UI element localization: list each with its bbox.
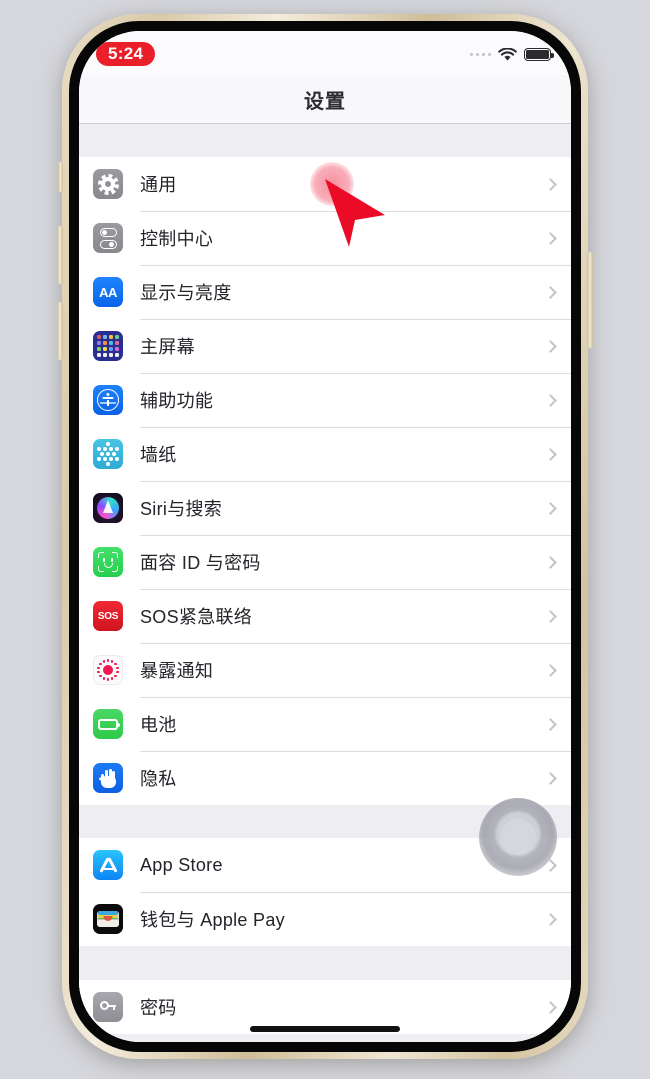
phone-screen: 5:24 设置 通用 控制中心 AA 显示与亮度 主屏幕 辅助功能 墙纸 Sir… <box>79 31 571 1042</box>
chevron-right-icon <box>544 609 557 623</box>
settings-row-privacy[interactable]: 隐私 <box>79 751 571 805</box>
app-store-icon <box>93 850 123 880</box>
phone-bezel: 5:24 设置 通用 控制中心 AA 显示与亮度 主屏幕 辅助功能 墙纸 Sir… <box>69 21 581 1052</box>
chevron-right-icon <box>544 339 557 353</box>
chevron-right-icon <box>544 285 557 299</box>
home-screen-icon <box>93 331 123 361</box>
row-label: 显示与亮度 <box>140 283 232 303</box>
wallpaper-icon <box>93 439 123 469</box>
row-label: 电池 <box>140 715 177 735</box>
power-button[interactable] <box>587 252 593 348</box>
row-label: 隐私 <box>140 769 177 789</box>
battery-settings-icon <box>93 709 123 739</box>
chevron-right-icon <box>544 663 557 677</box>
page-title: 设置 <box>304 90 346 113</box>
wallet-icon <box>93 904 123 934</box>
settings-row-emergency-sos[interactable]: SOS SOS紧急联络 <box>79 589 571 643</box>
siri-icon <box>93 493 123 523</box>
row-label: 墙纸 <box>140 445 177 465</box>
face-id-icon <box>93 547 123 577</box>
status-bar: 5:24 <box>79 31 571 75</box>
assistive-touch-button[interactable] <box>479 798 557 876</box>
row-label: SOS紧急联络 <box>140 607 253 627</box>
chevron-right-icon <box>544 501 557 515</box>
chevron-right-icon <box>544 717 557 731</box>
privacy-hand-icon <box>93 763 123 793</box>
signal-dots-icon <box>469 52 491 57</box>
settings-row-wallet-apple-pay[interactable]: 钱包与 Apple Pay <box>79 892 571 946</box>
settings-row-wallpaper[interactable]: 墙纸 <box>79 427 571 481</box>
settings-row-home-screen[interactable]: 主屏幕 <box>79 319 571 373</box>
group-gap-passwords <box>79 946 571 980</box>
volume-up-button[interactable] <box>57 226 63 284</box>
settings-row-display-brightness[interactable]: AA 显示与亮度 <box>79 265 571 319</box>
row-label: 暴露通知 <box>140 661 214 681</box>
gear-icon <box>93 169 123 199</box>
row-label: 密码 <box>140 998 177 1018</box>
status-bar-right <box>469 47 554 62</box>
accessibility-icon <box>93 385 123 415</box>
chevron-right-icon <box>544 771 557 785</box>
display-brightness-icon: AA <box>93 277 123 307</box>
settings-row-exposure-notifications[interactable]: 暴露通知 <box>79 643 571 697</box>
settings-group-system: 通用 控制中心 AA 显示与亮度 主屏幕 辅助功能 墙纸 Siri与搜索 面容 … <box>79 157 571 805</box>
chevron-right-icon <box>544 1000 557 1014</box>
group-gap-top <box>79 124 571 157</box>
chevron-right-icon <box>544 231 557 245</box>
home-indicator[interactable] <box>250 1026 400 1032</box>
row-label: Siri与搜索 <box>140 499 223 519</box>
passwords-key-icon <box>93 992 123 1022</box>
settings-row-siri-search[interactable]: Siri与搜索 <box>79 481 571 535</box>
row-label: 辅助功能 <box>140 391 214 411</box>
settings-row-accessibility[interactable]: 辅助功能 <box>79 373 571 427</box>
chevron-right-icon <box>544 393 557 407</box>
chevron-right-icon <box>544 177 557 191</box>
settings-row-battery[interactable]: 电池 <box>79 697 571 751</box>
row-label: 钱包与 Apple Pay <box>140 910 285 930</box>
volume-down-button[interactable] <box>57 302 63 360</box>
sos-icon: SOS <box>93 601 123 631</box>
silent-switch[interactable] <box>58 162 63 192</box>
mouse-cursor-arrow <box>319 171 389 249</box>
control-center-icon <box>93 223 123 253</box>
settings-row-face-id-passcode[interactable]: 面容 ID 与密码 <box>79 535 571 589</box>
recording-time-pill[interactable]: 5:24 <box>96 42 156 66</box>
settings-list[interactable]: 通用 控制中心 AA 显示与亮度 主屏幕 辅助功能 墙纸 Siri与搜索 面容 … <box>79 124 571 1042</box>
chevron-right-icon <box>544 447 557 461</box>
nav-bar: 设置 <box>79 75 571 124</box>
chevron-right-icon <box>544 912 557 926</box>
battery-icon <box>524 48 554 61</box>
wifi-icon <box>498 47 517 62</box>
row-label: 面容 ID 与密码 <box>140 553 261 573</box>
chevron-right-icon <box>544 555 557 569</box>
row-label: 主屏幕 <box>140 337 195 357</box>
exposure-notification-icon <box>93 655 123 685</box>
phone-frame: 5:24 设置 通用 控制中心 AA 显示与亮度 主屏幕 辅助功能 墙纸 Sir… <box>57 14 593 1059</box>
